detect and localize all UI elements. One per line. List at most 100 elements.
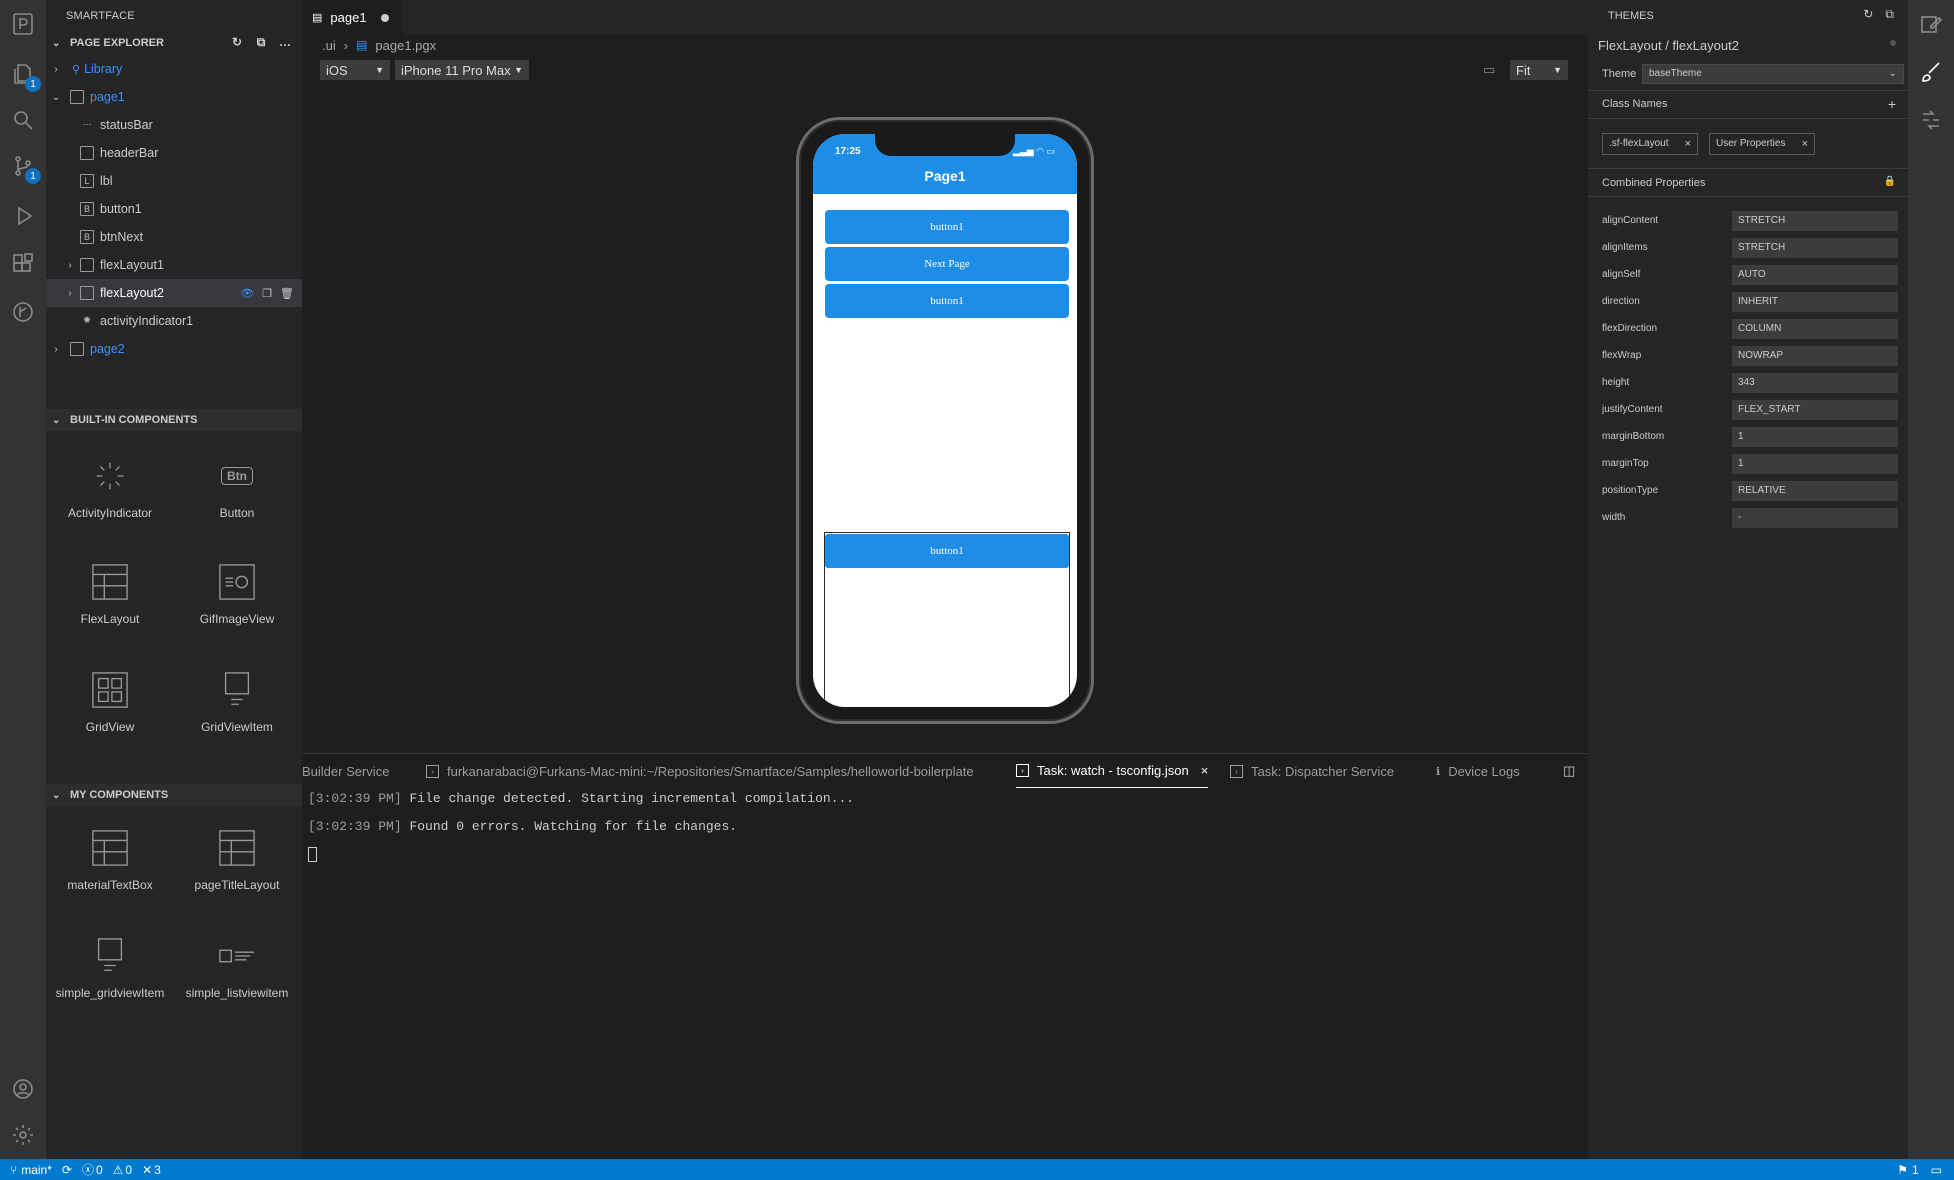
warning-count[interactable]: 0: [125, 1163, 132, 1177]
device-frame-icon[interactable]: ▭: [1483, 62, 1495, 78]
copy-icon[interactable]: ❐: [262, 287, 272, 300]
tree-item-headerbar[interactable]: headerBar: [46, 139, 302, 167]
tree-item-flexlayout1[interactable]: › flexLayout1: [46, 251, 302, 279]
property-value-input[interactable]: -: [1732, 508, 1898, 528]
tree-item-library[interactable]: › ⚲ Library: [46, 55, 302, 83]
tree-item-btnnext[interactable]: B btnNext: [46, 223, 302, 251]
collapse-icon[interactable]: ⧉: [1885, 7, 1894, 22]
phone-flexlayout2-button1[interactable]: button1: [825, 534, 1069, 568]
tab-task-watch[interactable]: › Task: watch - tsconfig.json ×: [1016, 754, 1209, 788]
themes-header: THEMES: [1608, 10, 1654, 22]
collapse-all-icon[interactable]: ⧉: [254, 35, 268, 49]
tab-task-dispatcher[interactable]: › Task: Dispatcher Service: [1230, 754, 1394, 788]
class-chip-sf-flexlayout[interactable]: .sf-flexLayout ×: [1602, 133, 1698, 155]
account-icon[interactable]: [7, 1073, 39, 1105]
unsaved-dot-icon[interactable]: [380, 13, 389, 22]
phone-btnnext[interactable]: Next Page: [825, 247, 1069, 281]
tab-page1[interactable]: ▤ page1: [302, 0, 402, 35]
breadcrumb-file[interactable]: page1.pgx: [375, 38, 436, 53]
class-chip-user-properties[interactable]: User Properties ×: [1709, 133, 1815, 155]
tree-item-flexlayout2[interactable]: › flexLayout2 👁 ❐ 🗑: [46, 279, 302, 307]
split-panel-icon[interactable]: ◫: [1563, 763, 1575, 779]
device-select[interactable]: iPhone 11 Pro Max ▼: [395, 60, 529, 80]
property-value-input[interactable]: AUTO: [1732, 265, 1898, 285]
terminal-cursor[interactable]: [308, 847, 317, 862]
page-explorer-header[interactable]: ⌄ PAGE EXPLORER ↻ ⧉ …: [46, 32, 302, 54]
smartface-logo-icon[interactable]: [7, 8, 39, 40]
component-gridview[interactable]: GridView: [50, 670, 170, 734]
git-graph-icon[interactable]: [7, 296, 39, 328]
theme-select[interactable]: baseTheme ⌄: [1642, 64, 1904, 84]
component-simple-listviewitem[interactable]: simple_listviewitem: [177, 936, 297, 1000]
extensions-icon[interactable]: [7, 248, 39, 280]
component-gifimageview[interactable]: GifImageView: [177, 562, 297, 626]
phone-button1[interactable]: button1: [825, 210, 1069, 244]
eye-icon[interactable]: 👁: [240, 287, 254, 300]
edit-icon[interactable]: [1915, 8, 1947, 40]
tab-terminal-shell[interactable]: › furkanarabaci@Furkans-Mac-mini:~/Repos…: [426, 754, 974, 788]
close-icon[interactable]: ×: [1685, 134, 1691, 154]
sync-icon[interactable]: ⟳: [62, 1163, 72, 1177]
property-value-input[interactable]: INHERIT: [1732, 292, 1898, 312]
tree-item-page2[interactable]: › page2: [46, 335, 302, 363]
tree-item-statusbar[interactable]: ⋯ statusBar: [46, 111, 302, 139]
tree-item-lbl[interactable]: L lbl: [46, 167, 302, 195]
settings-gear-icon[interactable]: [7, 1119, 39, 1151]
my-components-header[interactable]: ⌄ MY COMPONENTS: [46, 784, 302, 806]
property-value-input[interactable]: 1: [1732, 454, 1898, 474]
platform-select[interactable]: iOS ▼: [320, 60, 390, 80]
property-value-input[interactable]: 1: [1732, 427, 1898, 447]
property-value-input[interactable]: STRETCH: [1732, 211, 1898, 231]
phone-screen[interactable]: 17:25 ▂▃▅ ◠ ▭ Page1 button1 Next Page bu…: [813, 134, 1077, 707]
run-debug-icon[interactable]: [7, 200, 39, 232]
property-value-input[interactable]: STRETCH: [1732, 238, 1898, 258]
search-icon[interactable]: [7, 104, 39, 136]
tree-item-button1[interactable]: B button1: [46, 195, 302, 223]
property-value-input[interactable]: FLEX_START: [1732, 400, 1898, 420]
component-button[interactable]: Btn Button: [177, 456, 297, 520]
property-value-input[interactable]: RELATIVE: [1732, 481, 1898, 501]
breadcrumb-folder[interactable]: .ui: [322, 38, 336, 53]
zoom-value: Fit: [1516, 62, 1531, 78]
property-value-input[interactable]: NOWRAP: [1732, 346, 1898, 366]
scm-badge: 1: [25, 168, 41, 184]
source-control-icon[interactable]: 1: [7, 150, 41, 184]
component-activityindicator[interactable]: ActivityIndicator: [50, 456, 170, 520]
phone-button1-2[interactable]: button1: [825, 284, 1069, 318]
panel-tab-label: Task: watch - tsconfig.json: [1037, 763, 1189, 778]
divider: [1588, 168, 1908, 169]
close-icon[interactable]: ×: [1802, 134, 1808, 154]
tab-device-logs[interactable]: ℹ Device Logs: [1436, 754, 1520, 788]
component-simple-gridviewitem[interactable]: simple_gridviewItem: [50, 936, 170, 1000]
trash-icon[interactable]: 🗑: [280, 287, 294, 300]
component-pagetitlelayout[interactable]: pageTitleLayout: [177, 828, 297, 892]
paintbrush-icon[interactable]: [1915, 56, 1947, 88]
tab-builder-service[interactable]: Builder Service: [302, 754, 389, 788]
tree-item-activityindicator1[interactable]: ✺ activityIndicator1: [46, 307, 302, 335]
more-actions-icon[interactable]: …: [278, 35, 292, 49]
builtin-components-header[interactable]: ⌄ BUILT-IN COMPONENTS: [46, 409, 302, 431]
property-name: alignContent: [1602, 215, 1659, 226]
zoom-select[interactable]: Fit ▼: [1510, 60, 1568, 80]
component-gridviewitem[interactable]: GridViewItem: [177, 670, 297, 734]
panel-tab-label: Builder Service: [302, 763, 390, 779]
tools-count[interactable]: 3: [154, 1163, 161, 1177]
refresh-icon[interactable]: ↻: [230, 35, 244, 49]
error-count[interactable]: 0: [96, 1163, 103, 1177]
property-value-input[interactable]: 343: [1732, 373, 1898, 393]
component-materialtextbox[interactable]: materialTextBox: [50, 828, 170, 892]
tree-item-page1[interactable]: ⌄ page1: [46, 83, 302, 111]
close-icon[interactable]: ×: [1201, 763, 1209, 778]
add-class-icon[interactable]: +: [1888, 96, 1896, 112]
layout-icon[interactable]: ▭: [1931, 1163, 1942, 1177]
layout-transfer-icon[interactable]: [1915, 104, 1947, 136]
builtin-components-title: BUILT-IN COMPONENTS: [70, 414, 198, 426]
property-value-input[interactable]: COLUMN: [1732, 319, 1898, 339]
lock-icon[interactable]: 🔒: [1884, 176, 1896, 187]
terminal-text: File change detected. Starting increment…: [409, 791, 855, 806]
notification-count[interactable]: 1: [1912, 1163, 1919, 1177]
branch-name[interactable]: main*: [21, 1163, 52, 1177]
component-flexlayout[interactable]: FlexLayout: [50, 562, 170, 626]
explorer-icon[interactable]: 1: [7, 58, 41, 92]
refresh-icon[interactable]: ↻: [1863, 7, 1873, 22]
